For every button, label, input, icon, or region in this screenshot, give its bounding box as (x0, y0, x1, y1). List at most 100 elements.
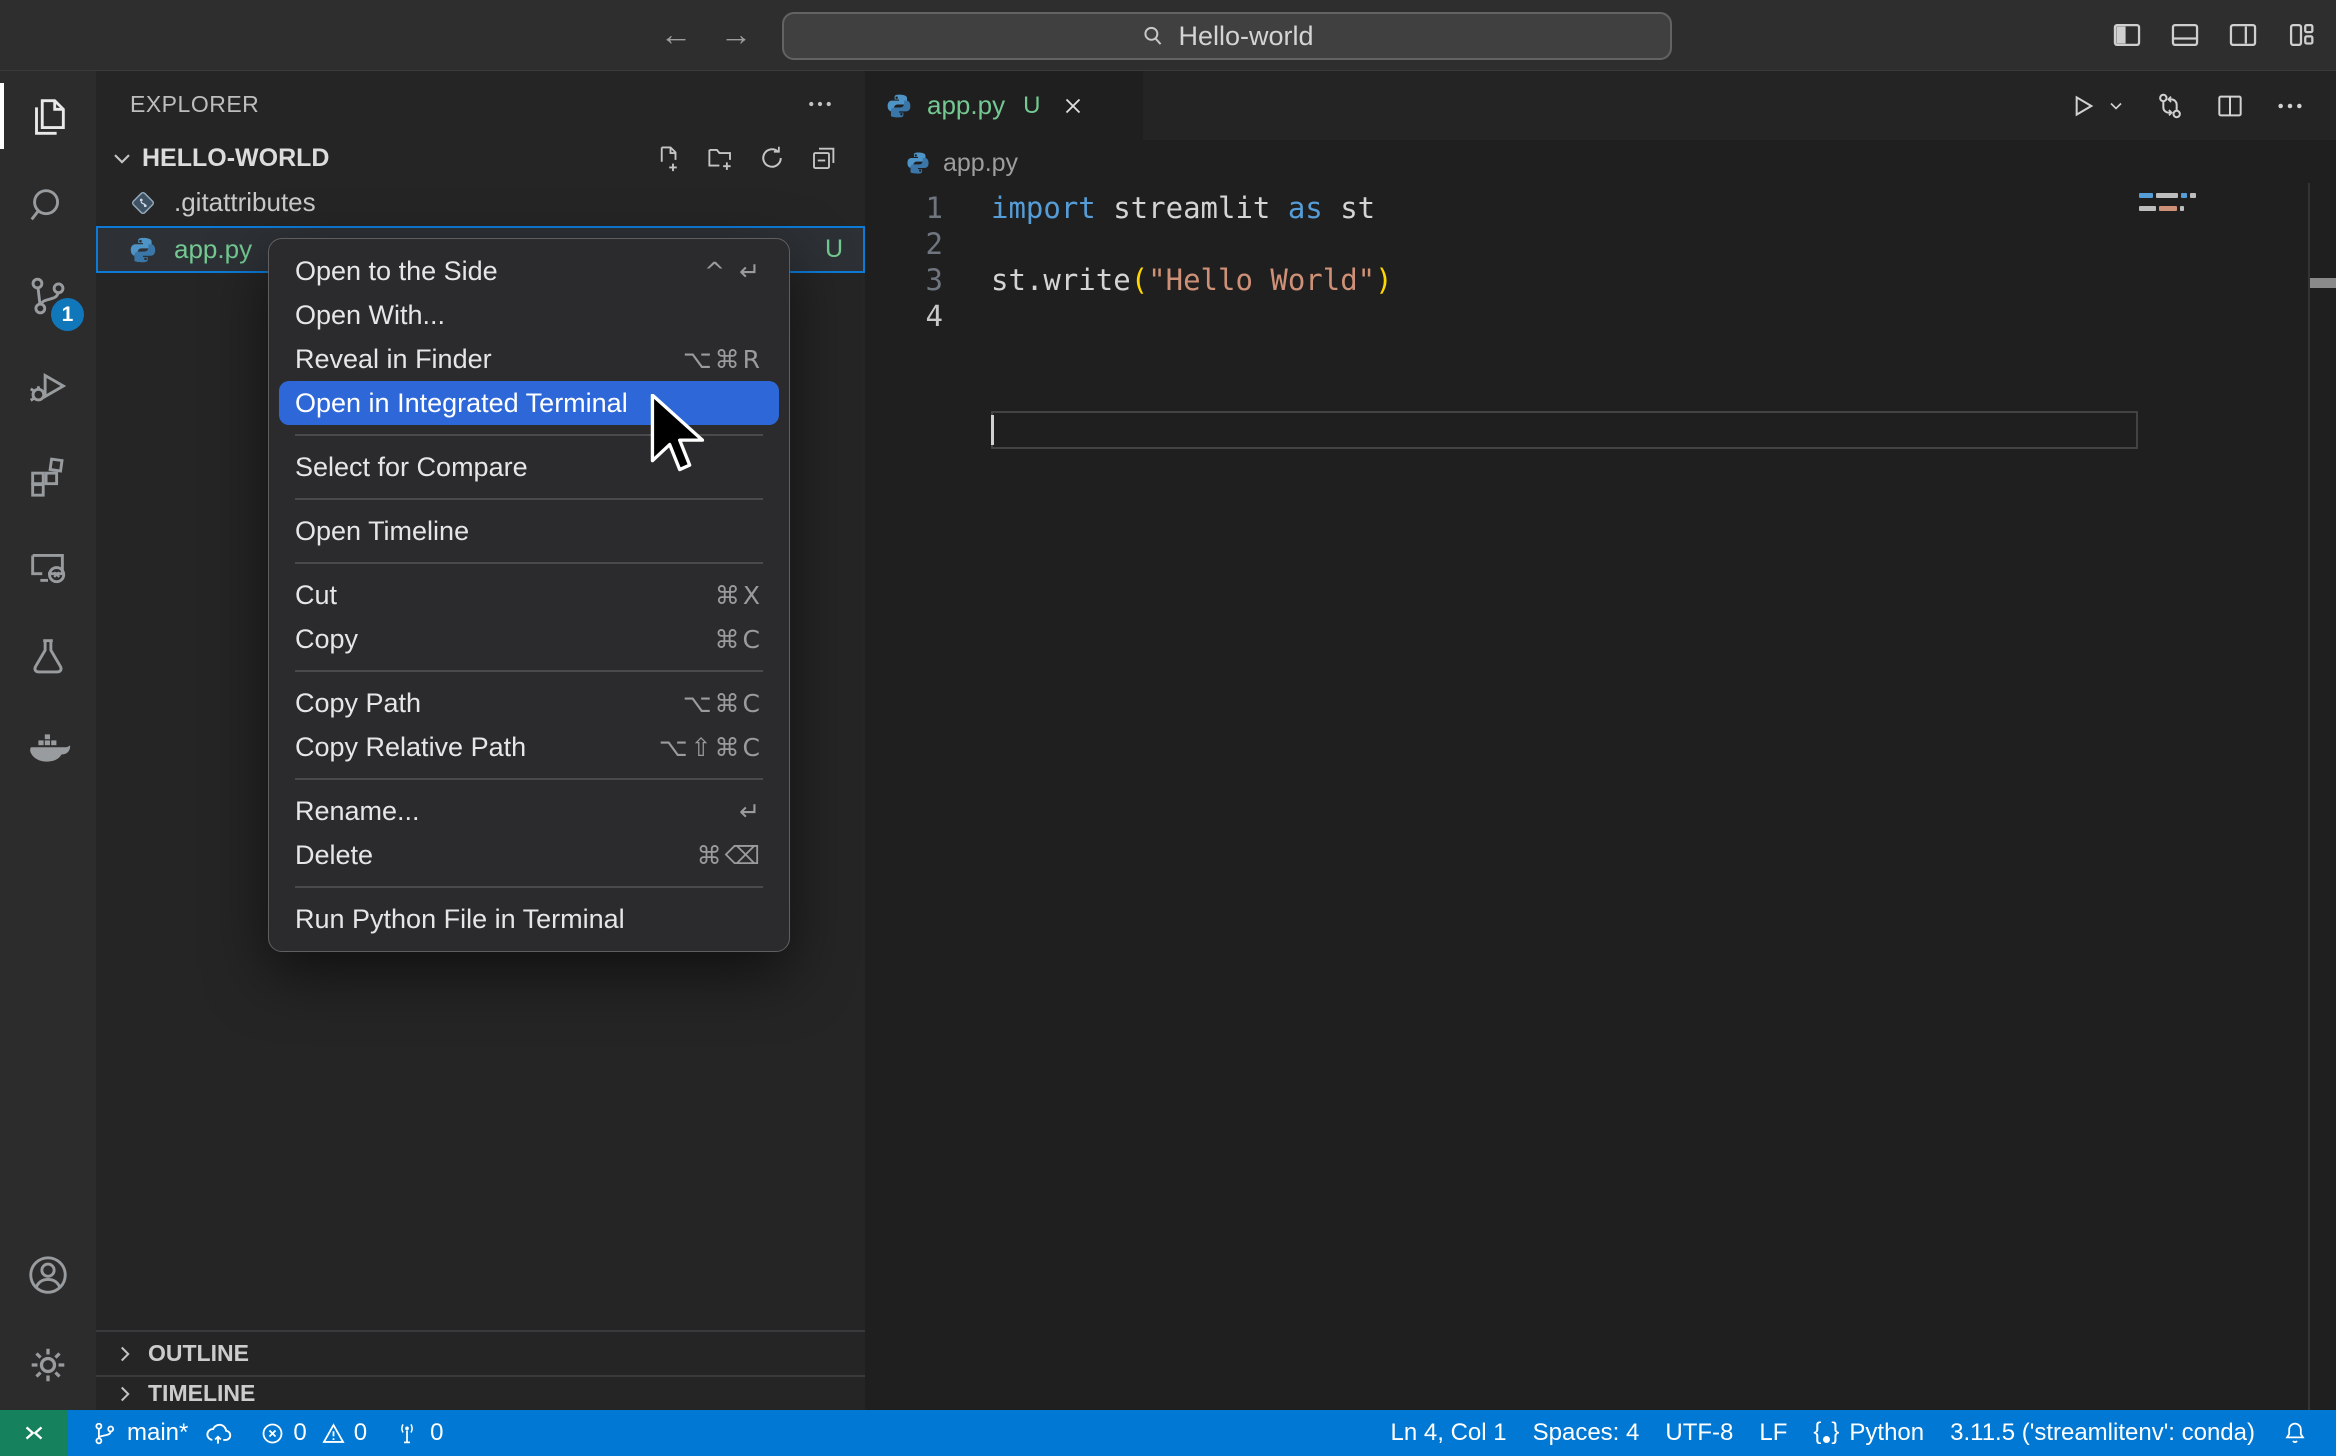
testing-icon (25, 633, 71, 679)
minimap[interactable] (2139, 193, 2299, 219)
problems-status[interactable]: 0 0 (246, 1419, 380, 1447)
menu-separator (295, 498, 763, 500)
menu-item-cut[interactable]: Cut⌘X (279, 573, 779, 617)
tab-app-py[interactable]: app.py U (865, 71, 1143, 140)
menu-item-copy-path[interactable]: Copy Path⌥⌘C (279, 681, 779, 725)
history-forward-button[interactable]: → (720, 16, 752, 53)
breadcrumb[interactable]: app.py (865, 140, 2336, 186)
indentation-status[interactable]: Spaces: 4 (1520, 1419, 1653, 1447)
menu-separator (295, 670, 763, 672)
activity-testing-button[interactable] (0, 611, 96, 701)
split-editor-icon[interactable] (2214, 90, 2246, 122)
timeline-section-header[interactable]: TIMELINE (96, 1375, 865, 1410)
text-caret (991, 415, 994, 445)
toggle-secondary-sidebar-icon[interactable] (2226, 18, 2260, 52)
collapse-all-icon[interactable] (809, 143, 839, 173)
git-branch-status[interactable]: main* (78, 1418, 246, 1448)
editor-group: app.py U (865, 71, 2336, 1410)
menu-separator (295, 778, 763, 780)
menu-item-delete[interactable]: Delete⌘⌫ (279, 833, 779, 877)
git-icon (128, 188, 158, 218)
file-name: app.py (174, 234, 252, 265)
toggle-panel-icon[interactable] (2168, 18, 2202, 52)
vscode-window: ← → Hello-world (0, 0, 2336, 1456)
open-changes-icon[interactable] (2154, 90, 2186, 122)
run-debug-icon (25, 363, 71, 409)
menu-item-open-timeline[interactable]: Open Timeline (279, 509, 779, 553)
file-name: .gitattributes (174, 187, 316, 218)
activity-settings-button[interactable] (0, 1320, 96, 1410)
docker-icon (24, 722, 72, 770)
scrollbar-cursor-marker[interactable] (2310, 278, 2336, 288)
activity-account-button[interactable] (0, 1230, 96, 1320)
run-python-file-button[interactable] (2066, 90, 2126, 122)
menu-separator (295, 562, 763, 564)
extensions-icon (25, 453, 71, 499)
bell-icon (2281, 1419, 2309, 1447)
history-back-button[interactable]: ← (660, 16, 692, 53)
activity-remote-explorer-button[interactable] (0, 521, 96, 611)
outline-section-header[interactable]: OUTLINE (96, 1330, 865, 1375)
activity-bar: 1 (0, 71, 96, 1410)
command-center-search[interactable]: Hello-world (782, 12, 1672, 60)
menu-item-rename[interactable]: Rename...↵ (279, 789, 779, 833)
activity-search-button[interactable] (0, 161, 96, 251)
error-icon (259, 1420, 286, 1447)
code-line-2: 2 (865, 226, 2336, 262)
file-row-gitattributes[interactable]: .gitattributes (96, 179, 865, 226)
layout-custom-icon[interactable] (2284, 18, 2318, 52)
titlebar: ← → Hello-world (0, 0, 2336, 71)
search-glass-icon (1140, 23, 1166, 49)
arrow-cursor (650, 394, 706, 474)
refresh-icon[interactable] (757, 143, 787, 173)
code-line-1: 1 import streamlit as st (865, 190, 2336, 226)
activity-run-debug-button[interactable] (0, 341, 96, 431)
activity-explorer-button[interactable] (0, 71, 96, 161)
menu-item-run-python-file-in-terminal[interactable]: Run Python File in Terminal (279, 897, 779, 941)
ports-status[interactable]: 0 (380, 1419, 456, 1447)
warning-icon (320, 1420, 347, 1447)
python-icon (885, 92, 913, 120)
play-icon (2066, 90, 2098, 122)
tab-dirty-badge: U (1023, 92, 1040, 120)
close-icon[interactable] (1060, 93, 1086, 119)
menu-item-copy-relative-path[interactable]: Copy Relative Path⌥⇧⌘C (279, 725, 779, 769)
cloud-upload-icon (203, 1418, 233, 1448)
code-line-4: 4 (865, 298, 2336, 334)
activity-docker-button[interactable] (0, 701, 96, 791)
code-area[interactable]: 1 import streamlit as st 2 3 st.write("H… (865, 186, 2336, 334)
menu-item-copy[interactable]: Copy⌘C (279, 617, 779, 661)
python-interpreter-status[interactable]: 3.11.5 ('streamlitenv': conda) (1937, 1419, 2268, 1447)
eol-status[interactable]: LF (1746, 1419, 1800, 1447)
search-icon (25, 183, 71, 229)
settings-gear-icon (25, 1342, 71, 1388)
menu-item-open-with[interactable]: Open With... (279, 293, 779, 337)
branch-icon (91, 1420, 118, 1447)
menu-item-reveal-in-finder[interactable]: Reveal in Finder⌥⌘R (279, 337, 779, 381)
new-folder-icon[interactable] (705, 143, 735, 173)
activity-extensions-button[interactable] (0, 431, 96, 521)
python-icon (905, 150, 931, 176)
remote-explorer-icon (25, 543, 71, 589)
menu-item-open-to-the-side[interactable]: Open to the Side^ ↵ (279, 249, 779, 293)
command-center-text: Hello-world (1178, 21, 1313, 52)
python-icon (128, 235, 158, 265)
encoding-status[interactable]: UTF-8 (1652, 1419, 1746, 1447)
remote-icon (19, 1418, 49, 1448)
chevron-down-icon[interactable] (2106, 96, 2126, 116)
ellipsis-icon[interactable] (2274, 90, 2306, 122)
remote-indicator-button[interactable] (0, 1410, 68, 1456)
toggle-primary-sidebar-icon[interactable] (2110, 18, 2144, 52)
new-file-icon[interactable] (653, 143, 683, 173)
folder-section-header[interactable]: HELLO-WORLD (96, 137, 865, 179)
activity-source-control-button[interactable]: 1 (0, 251, 96, 341)
explorer-more-actions-button[interactable] (805, 89, 835, 119)
chevron-right-icon (112, 1341, 138, 1367)
status-bar: main* 0 0 (0, 1410, 2336, 1456)
current-line-highlight (991, 411, 2138, 449)
chevron-down-icon (108, 144, 136, 172)
chevron-right-icon (112, 1381, 138, 1407)
language-mode-status[interactable]: {} Python (1800, 1419, 1937, 1447)
notifications-bell-button[interactable] (2268, 1419, 2322, 1447)
cursor-position-status[interactable]: Ln 4, Col 1 (1378, 1419, 1520, 1447)
